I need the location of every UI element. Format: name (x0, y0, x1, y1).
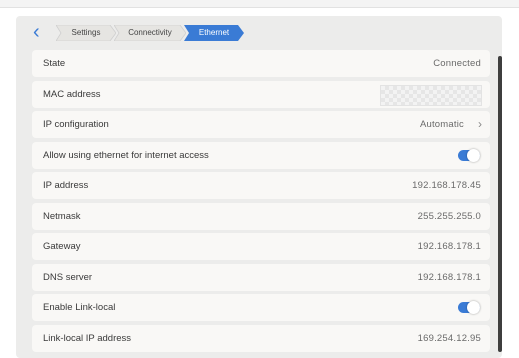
enable-link-local-label: Enable Link-local (43, 302, 116, 313)
row-link-local-ip: Link-local IP address 169.254.12.95 (32, 324, 490, 352)
toggle-knob (467, 301, 480, 314)
row-ip-configuration[interactable]: IP configuration Automatic › (32, 111, 490, 138)
state-value: Connected (433, 58, 481, 69)
dns-server-label: DNS server (43, 271, 93, 283)
netmask-value: 255.255.255.0 (417, 210, 481, 222)
netmask-label: Netmask (43, 210, 81, 222)
gateway-value: 192.168.178.1 (417, 241, 481, 252)
breadcrumb-label: Settings (71, 28, 101, 37)
breadcrumb: ‹ Settings Connectivity Ethernet (16, 22, 496, 44)
breadcrumb-label: Ethernet (198, 28, 230, 37)
dns-server-value: 192.168.178.1 (417, 271, 481, 283)
scrollbar[interactable] (498, 56, 502, 352)
settings-panel: ‹ Settings Connectivity Ethernet State C… (16, 16, 502, 358)
row-enable-link-local: Enable Link-local (32, 294, 490, 321)
back-chevron-icon[interactable]: ‹ (33, 22, 49, 43)
mac-address-label: MAC address (43, 88, 101, 100)
allow-internet-toggle[interactable] (458, 148, 480, 162)
link-local-ip-value: 169.254.12.95 (417, 332, 481, 344)
chevron-right-icon[interactable]: › (478, 111, 482, 138)
row-ip-address: IP address 192.168.178.45 (32, 172, 490, 199)
toggle-knob (467, 148, 480, 162)
breadcrumb-label: Connectivity (128, 28, 172, 37)
ip-configuration-label: IP configuration (43, 119, 109, 130)
gateway-label: Gateway (43, 241, 81, 252)
link-local-ip-label: Link-local IP address (43, 332, 132, 344)
row-state: State Connected (32, 50, 490, 77)
mac-address-redacted (380, 84, 482, 106)
row-mac-address: MAC address (32, 80, 490, 108)
ip-configuration-value: Automatic (419, 119, 464, 130)
allow-internet-label: Allow using ethernet for internet access (43, 149, 209, 161)
ip-address-label: IP address (43, 180, 89, 191)
state-label: State (43, 58, 66, 69)
breadcrumb-ethernet[interactable]: Ethernet (184, 25, 244, 41)
ip-address-value: 192.168.178.45 (412, 180, 481, 191)
row-netmask: Netmask 255.255.255.0 (32, 202, 490, 230)
link-local-toggle[interactable] (458, 301, 480, 314)
row-gateway: Gateway 192.168.178.1 (32, 233, 490, 260)
breadcrumb-settings[interactable]: Settings (56, 25, 116, 41)
top-bar (0, 0, 519, 8)
row-dns-server: DNS server 192.168.178.1 (32, 263, 490, 291)
row-allow-internet: Allow using ethernet for internet access (32, 141, 490, 169)
breadcrumb-connectivity[interactable]: Connectivity (114, 25, 186, 41)
